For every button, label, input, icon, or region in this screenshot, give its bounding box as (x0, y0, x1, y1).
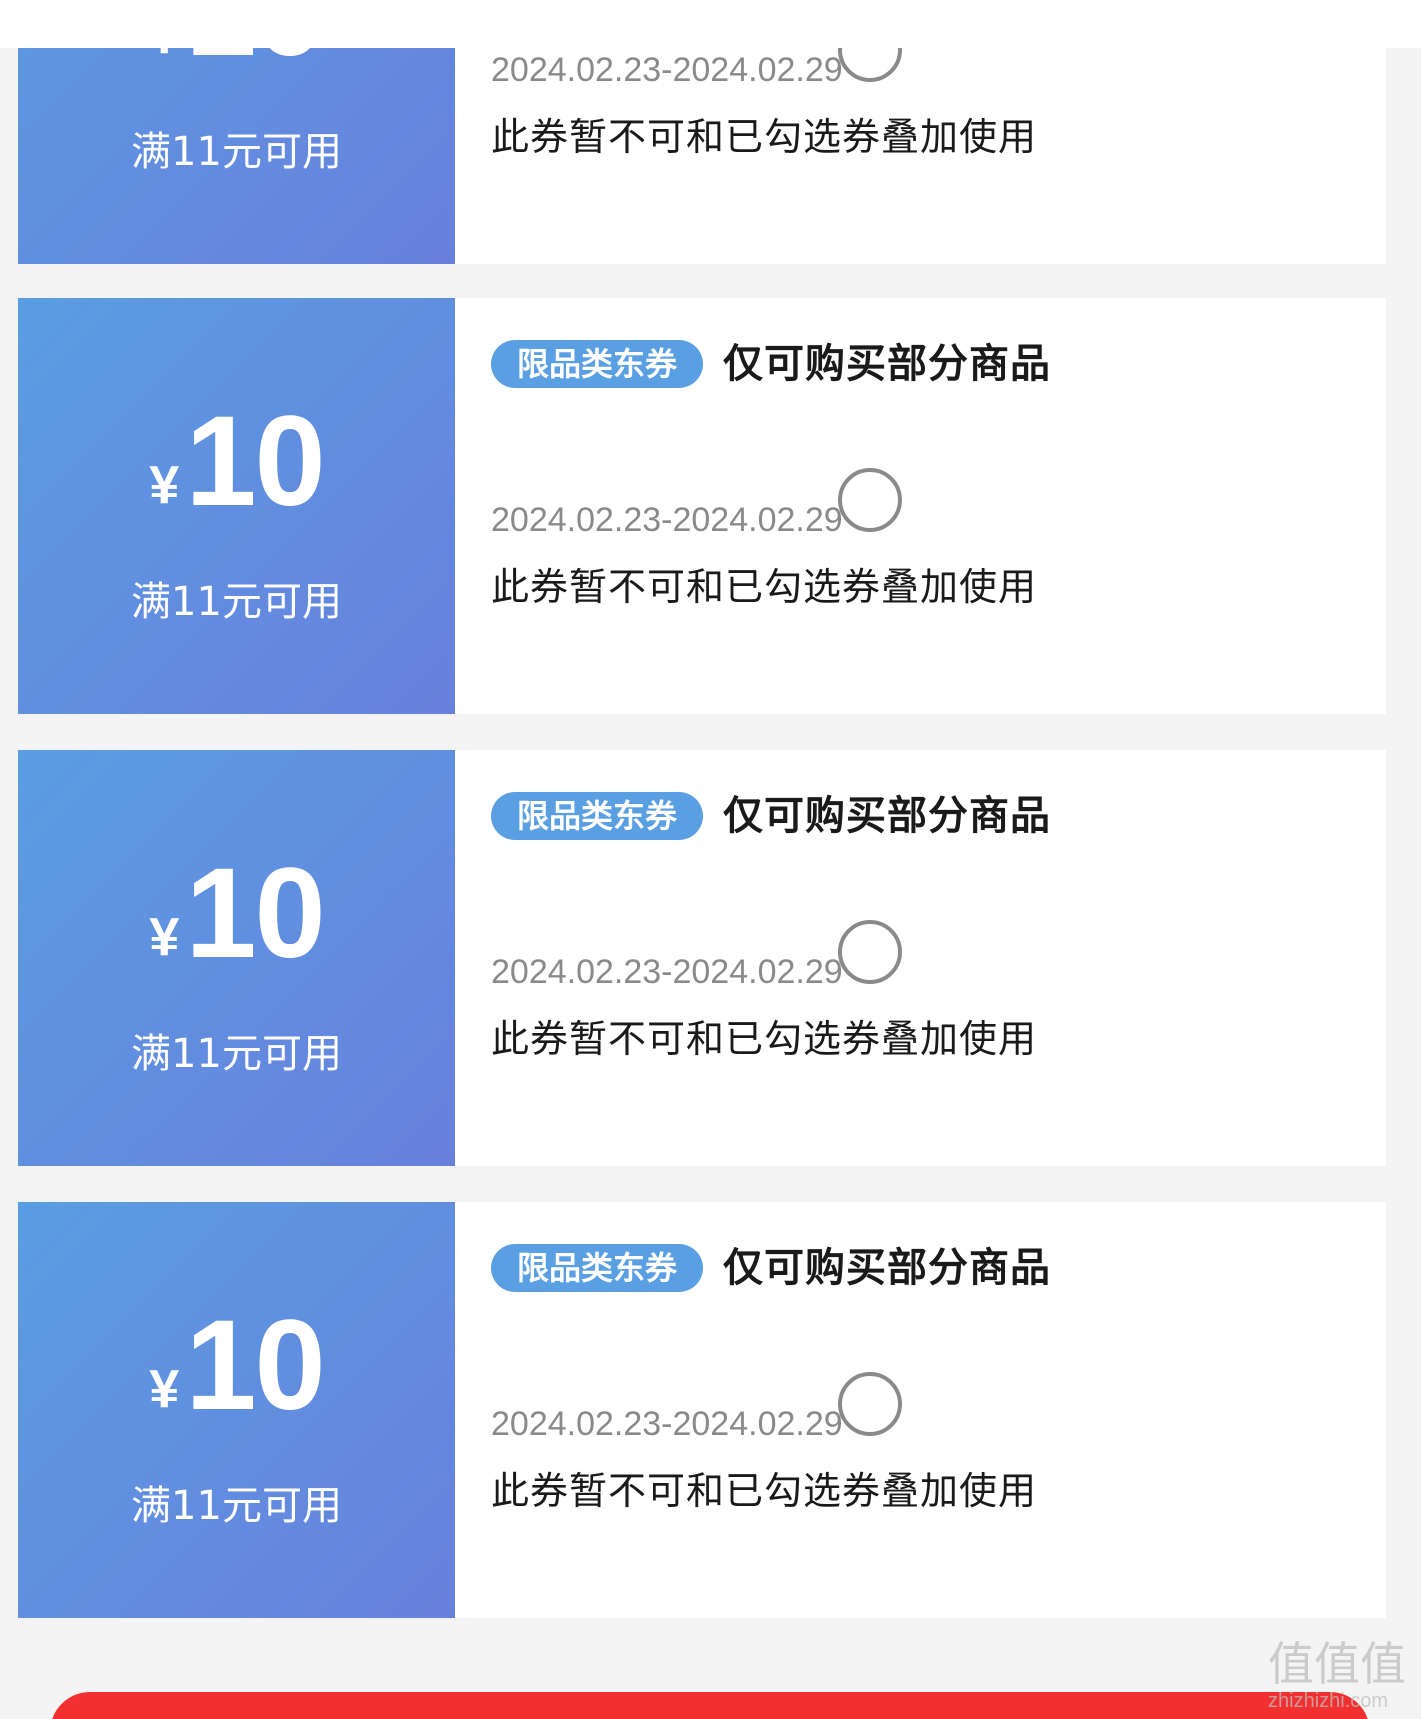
coupon-details: 限品类东券 仅可购买部分商品 2024.02.23-2024.02.29 此券暂… (455, 750, 1386, 1166)
coupon-threshold: 满11元可用 (131, 579, 342, 625)
coupon-note: 此券暂不可和已勾选券叠加使用 (491, 565, 1038, 609)
coupon-card[interactable]: ¥ 10 满11元可用 限品类东券 仅可购买部分商品 2024.02.23-20… (18, 1202, 1386, 1618)
coupon-select-radio[interactable] (838, 920, 902, 984)
coupon-title-row: 限品类东券 仅可购买部分商品 (491, 790, 1051, 842)
coupon-note: 此券暂不可和已勾选券叠加使用 (491, 115, 1038, 159)
coupon-value-panel: ¥ 10 满11元可用 (18, 750, 455, 1166)
coupon-scope: 仅可购买部分商品 (723, 341, 1052, 387)
coupon-date-range: 2024.02.23-2024.02.29 (491, 953, 843, 991)
coupon-note: 此券暂不可和已勾选券叠加使用 (491, 1469, 1038, 1513)
coupon-details: 限品类东券 仅可购买部分商品 2024.02.23-2024.02.29 此券暂… (455, 298, 1386, 714)
watermark-url: zhizhizhi.com (1268, 1690, 1389, 1712)
coupon-threshold: 满11元可用 (131, 1483, 342, 1529)
coupon-amount: ¥ 10 (18, 398, 455, 526)
coupon-date-range: 2024.02.23-2024.02.29 (491, 51, 843, 89)
currency-symbol: ¥ (149, 907, 180, 967)
header-mask (0, 0, 1421, 48)
coupon-date-range: 2024.02.23-2024.02.29 (491, 1405, 843, 1443)
coupon-value-panel: ¥ 10 满11元可用 (18, 1202, 455, 1618)
coupon-amount-value: 10 (185, 1294, 325, 1437)
coupon-note: 此券暂不可和已勾选券叠加使用 (491, 1017, 1038, 1061)
watermark-logo: 值值值 (1268, 1637, 1406, 1691)
coupon-date-range: 2024.02.23-2024.02.29 (491, 501, 843, 539)
coupon-value-panel: ¥ 10 满11元可用 (18, 298, 455, 714)
coupon-category-tag: 限品类东券 (491, 792, 704, 840)
coupon-category-tag: 限品类东券 (491, 340, 704, 388)
coupon-card[interactable]: ¥ 10 满11元可用 限品类东券 仅可购买部分商品 2024.02.23-20… (18, 298, 1386, 714)
coupon-threshold: 满11元可用 (131, 1031, 342, 1077)
confirm-button[interactable] (50, 1692, 1370, 1719)
coupon-category-tag: 限品类东券 (491, 1244, 704, 1292)
coupon-amount: ¥ 10 (18, 850, 455, 978)
coupon-title-row: 限品类东券 仅可购买部分商品 (491, 1242, 1051, 1294)
coupon-select-radio[interactable] (838, 468, 902, 532)
coupon-select-radio[interactable] (838, 1372, 902, 1436)
coupon-details: 限品类东券 仅可购买部分商品 2024.02.23-2024.02.29 此券暂… (455, 1202, 1386, 1618)
coupon-threshold: 满11元可用 (131, 129, 342, 175)
currency-symbol: ¥ (149, 1359, 180, 1419)
coupon-amount-value: 10 (185, 390, 325, 533)
coupon-card[interactable]: ¥ 10 满11元可用 限品类东券 仅可购买部分商品 2024.02.23-20… (18, 750, 1386, 1166)
coupon-scope: 仅可购买部分商品 (723, 1245, 1052, 1291)
coupon-scope: 仅可购买部分商品 (723, 793, 1052, 839)
coupon-amount-value: 10 (185, 842, 325, 985)
currency-symbol: ¥ (149, 455, 180, 515)
coupon-title-row: 限品类东券 仅可购买部分商品 (491, 338, 1051, 390)
coupon-amount: ¥ 10 (18, 1302, 455, 1430)
